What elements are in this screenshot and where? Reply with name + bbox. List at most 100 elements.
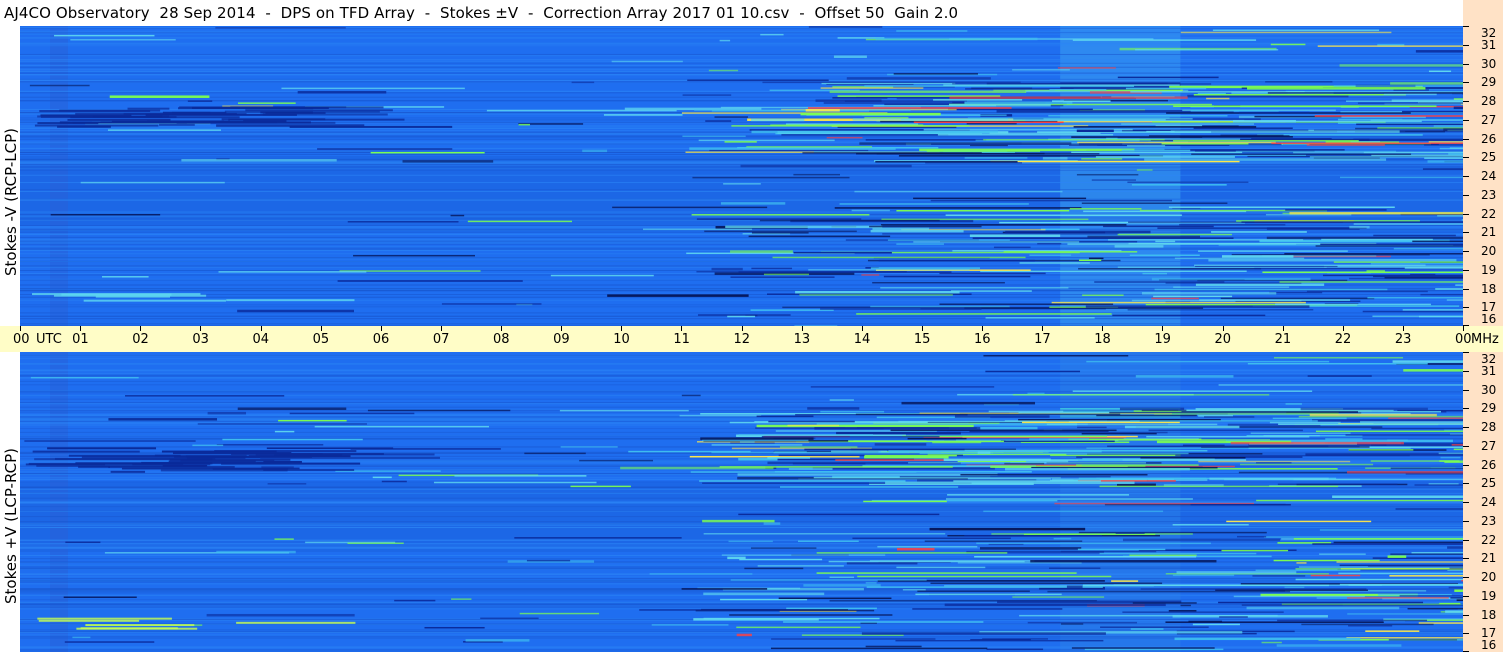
heatmap-signal-streak	[815, 99, 882, 102]
heatmap-early-streak	[40, 115, 177, 118]
heatmap-signal-streak	[1360, 421, 1463, 424]
heatmap-noise-row	[20, 216, 1463, 218]
heatmap-signal-streak	[1174, 257, 1305, 260]
heatmap-signal-streak	[514, 537, 682, 539]
heatmap-signal-streak	[804, 448, 965, 451]
heatmap-bright-line	[37, 617, 172, 620]
heatmap-signal-streak	[1447, 546, 1463, 549]
heatmap-signal-streak	[699, 480, 906, 482]
heatmap-signal-streak	[711, 444, 803, 446]
heatmap-signal-streak	[872, 227, 930, 231]
heatmap-signal-streak	[808, 269, 970, 271]
heatmap-signal-streak	[433, 481, 597, 484]
mhz-tick-label: 22	[1481, 532, 1497, 547]
heatmap-signal-streak	[1215, 589, 1368, 591]
heatmap-signal-streak	[1435, 288, 1463, 290]
heatmap-signal-streak	[738, 513, 940, 516]
heatmap-signal-streak	[1373, 234, 1456, 237]
heatmap-signal-streak	[1151, 297, 1199, 300]
heatmap-signal-streak	[1353, 138, 1463, 142]
mhz-tick-label: 16	[1481, 638, 1497, 652]
heatmap-signal-streak	[797, 540, 859, 543]
heatmap-signal-streak	[679, 414, 762, 417]
heatmap-signal-streak	[1256, 499, 1463, 502]
heatmap-signal-streak	[1072, 390, 1313, 392]
heatmap-signal-streak	[736, 626, 861, 629]
utc-tick-label: 16	[974, 332, 991, 347]
heatmap-noise-row	[20, 240, 1463, 242]
heatmap-signal-streak	[964, 535, 1102, 537]
mhz-tick-label: 30	[1481, 56, 1497, 71]
heatmap-signal-streak	[820, 410, 885, 413]
heatmap-signal-streak	[756, 415, 814, 418]
heatmap-signal-streak	[1346, 637, 1463, 639]
heatmap-signal-streak	[771, 638, 936, 640]
heatmap-signal-streak	[1347, 613, 1463, 615]
heatmap-signal-streak	[834, 207, 1082, 209]
utc-tick-label: 21	[1274, 332, 1292, 347]
heatmap-signal-streak	[704, 230, 857, 233]
mhz-tick-mark	[1463, 232, 1469, 234]
heatmap-signal-streak	[1148, 429, 1303, 432]
heatmap-signal-streak	[1218, 601, 1424, 604]
heatmap-signal-streak	[808, 26, 883, 28]
heatmap-signal-streak	[1173, 286, 1290, 288]
heatmap-signal-streak	[1444, 461, 1463, 463]
heatmap-signal-streak	[1301, 623, 1434, 626]
utc-tick-mark	[982, 326, 983, 331]
heatmap-signal-streak	[1179, 223, 1286, 226]
heatmap-signal-streak	[1347, 597, 1449, 599]
heatmap-noise-row	[20, 545, 1463, 547]
heatmap-signal-streak	[805, 109, 840, 112]
heatmap-signal-streak	[1293, 478, 1463, 481]
heatmap-signal-streak	[1219, 616, 1248, 618]
heatmap-noise-row	[20, 246, 1463, 248]
heatmap-noise-row	[20, 37, 1463, 39]
heatmap-signal-streak	[779, 486, 959, 488]
heatmap-signal-streak	[1040, 228, 1080, 231]
heatmap-noise-row	[20, 62, 1463, 64]
heatmap-signal-streak	[721, 554, 886, 556]
heatmap-signal-streak	[985, 317, 1095, 319]
heatmap-signal-streak	[926, 149, 1041, 153]
heatmap-early-streak	[75, 112, 237, 115]
mhz-tick-label: 19	[1481, 262, 1497, 277]
heatmap-signal-streak	[639, 609, 800, 611]
heatmap-signal-streak	[736, 633, 752, 637]
heatmap-signal-streak	[1357, 102, 1463, 104]
heatmap-signal-streak	[972, 237, 1234, 239]
heatmap-signal-streak	[1199, 299, 1351, 301]
heatmap-signal-streak	[696, 218, 862, 220]
heatmap-signal-streak	[816, 552, 1008, 554]
heatmap-signal-streak	[1415, 50, 1463, 53]
heatmap-signal-streak	[1333, 261, 1463, 263]
heatmap-signal-streak	[807, 407, 860, 410]
heatmap-noise-row	[20, 526, 1463, 528]
heatmap-signal-streak	[1057, 67, 1116, 69]
heatmap-signal-streak	[1091, 179, 1136, 181]
heatmap-signal-streak	[519, 612, 600, 615]
heatmap-signal-streak	[1348, 624, 1393, 627]
heatmap-signal-streak	[810, 386, 995, 388]
heatmap-early-streak	[39, 110, 151, 113]
heatmap-signal-streak	[1077, 548, 1166, 551]
heatmap-signal-streak	[1366, 270, 1385, 272]
heatmap-signal-streak	[607, 294, 749, 297]
heatmap-noise-row	[20, 522, 1463, 524]
mhz-tick-label: 16	[1481, 312, 1497, 326]
heatmap-signal-streak	[1443, 128, 1463, 131]
heatmap-signal-streak	[237, 407, 347, 411]
heatmap-signal-streak	[687, 79, 829, 82]
heatmap-signal-streak	[728, 540, 773, 543]
heatmap-signal-streak	[1390, 553, 1463, 555]
heatmap-signal-streak	[65, 541, 101, 544]
heatmap-noise-row	[20, 392, 1463, 394]
heatmap-signal-streak	[883, 275, 1031, 278]
heatmap-signal-streak	[740, 164, 912, 168]
heatmap-signal-streak	[697, 314, 791, 316]
heatmap-signal-streak	[1337, 118, 1403, 121]
heatmap-signal-streak	[1319, 553, 1366, 555]
heatmap-signal-streak	[1188, 620, 1223, 623]
heatmap-signal-streak	[1451, 444, 1463, 446]
heatmap-signal-streak	[1320, 243, 1463, 246]
